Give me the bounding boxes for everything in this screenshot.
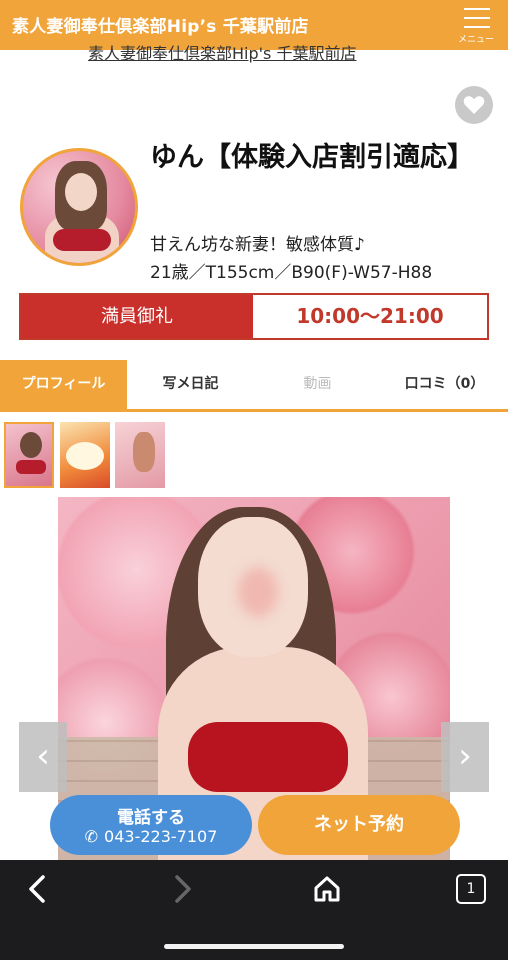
- hamburger-icon: [464, 8, 490, 28]
- tab-video: 動画: [303, 376, 332, 392]
- profile-spec: 21歳／T155cm／B90(F)-W57-H88: [150, 263, 433, 283]
- forward-icon: [175, 875, 191, 903]
- profile-name: ゆん【体験入店割引適応】: [150, 142, 474, 173]
- chevron-right-icon: ›: [458, 736, 472, 776]
- site-title[interactable]: 素人妻御奉仕倶楽部Hip’s 千葉駅前店: [12, 12, 309, 37]
- shop-name-link[interactable]: 素人妻御奉仕倶楽部Hip's 千葉駅前店: [88, 40, 356, 64]
- home-indicator[interactable]: [164, 944, 344, 949]
- call-button[interactable]: 電話する ✆ 043-223-7107: [50, 795, 252, 855]
- photo-thumbnail-1[interactable]: [4, 422, 54, 488]
- tab-reviews[interactable]: 口コミ（0）: [381, 360, 508, 409]
- phone-icon: ✆: [84, 827, 99, 846]
- chevron-left-icon: ‹: [36, 736, 50, 776]
- photo-thumbnail-3[interactable]: [115, 422, 165, 488]
- prev-photo-button[interactable]: ‹: [19, 722, 67, 792]
- favorite-button[interactable]: [455, 86, 493, 124]
- tab-profile[interactable]: プロフィール: [0, 360, 127, 409]
- working-hours: 10:00〜21:00: [296, 304, 444, 328]
- menu-label: メニュー: [457, 35, 494, 45]
- status-badge: 満員御礼: [21, 295, 253, 338]
- menu-button[interactable]: メニュー: [452, 4, 500, 46]
- tabs-count-button[interactable]: 1: [456, 874, 486, 904]
- tab-photo-diary[interactable]: 写メ日記: [127, 360, 254, 409]
- call-label: 電話する: [117, 808, 185, 828]
- online-reservation-button[interactable]: ネット予約: [258, 795, 460, 855]
- profile-avatar: [20, 148, 138, 266]
- home-icon[interactable]: [312, 874, 342, 904]
- phone-number: 043-223-7107: [104, 827, 218, 846]
- heart-icon: [463, 96, 485, 114]
- photo-thumbnail-2[interactable]: [60, 422, 110, 488]
- browser-toolbar: 1: [0, 860, 508, 960]
- profile-catchphrase: 甘えん坊な新妻！敏感体質♪: [150, 235, 365, 255]
- status-box: 満員御礼 10:00〜21:00: [19, 293, 489, 340]
- back-icon[interactable]: [24, 874, 52, 904]
- profile-tabs: プロフィール 写メ日記 動画 口コミ（0）: [0, 360, 508, 412]
- next-photo-button[interactable]: ›: [441, 722, 489, 792]
